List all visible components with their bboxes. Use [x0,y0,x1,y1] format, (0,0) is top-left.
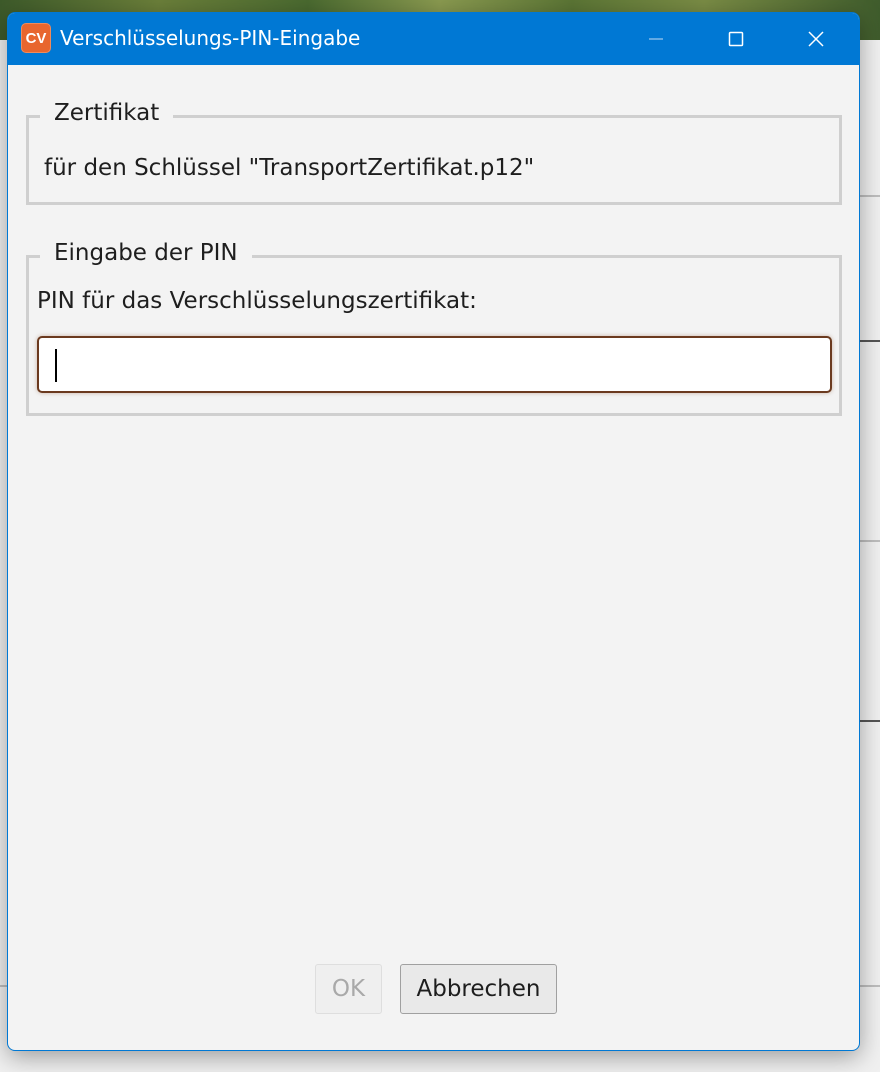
title-bar[interactable]: CV Verschlüsselungs-PIN-Eingabe [8,13,859,65]
background-divider [858,720,880,722]
certificate-description: für den Schlüssel "TransportZertifikat.p… [44,155,535,181]
maximize-button[interactable] [696,13,776,65]
cancel-button[interactable]: Abbrechen [400,964,557,1014]
pin-input[interactable] [37,336,832,393]
close-icon [808,31,824,47]
pin-legend: Eingabe der PIN [40,240,252,266]
close-button[interactable] [776,13,856,65]
pin-label: PIN für das Verschlüsselungszertifikat: [37,288,477,314]
minimize-button[interactable] [616,13,696,65]
certificate-legend: Zertifikat [40,100,174,126]
pin-dialog: CV Verschlüsselungs-PIN-Eingabe Zertifik… [7,12,860,1051]
background-divider [858,540,880,542]
minimize-icon [649,38,663,40]
ok-button[interactable]: OK [315,964,382,1014]
text-caret [55,349,57,382]
app-icon: CV [21,23,51,53]
background-divider [858,340,880,342]
window-title: Verschlüsselungs-PIN-Eingabe [60,26,361,50]
maximize-icon [728,31,744,47]
background-divider [858,195,880,197]
